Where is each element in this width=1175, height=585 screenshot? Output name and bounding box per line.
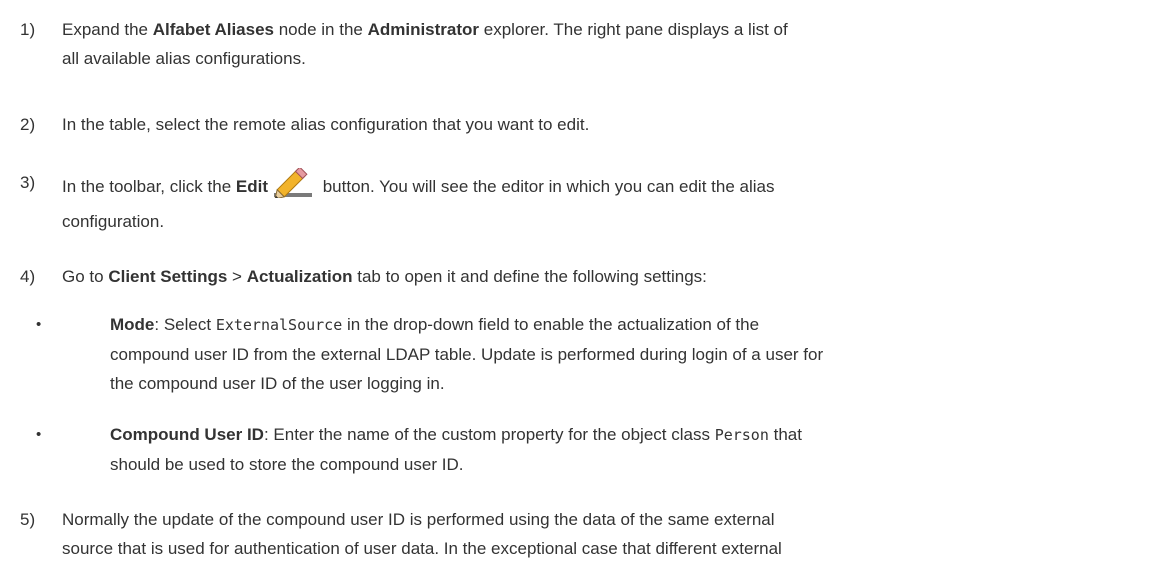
step-number: 5) <box>20 510 36 529</box>
text-run: button. You will see the editor in which… <box>318 177 775 196</box>
bullet-line: the compound user ID of the user logging… <box>110 374 445 393</box>
document-page: 1) Expand the Alfabet Aliases node in th… <box>0 0 1175 585</box>
pencil-icon <box>272 166 314 207</box>
step-3: 3) In the toolbar, click the Edit button… <box>20 166 1150 236</box>
bold-term: Actualization <box>246 267 353 286</box>
step-number: 3) <box>20 173 36 192</box>
text-run: > <box>227 267 247 286</box>
step-line: Expand the Alfabet Aliases node in the A… <box>62 15 1150 44</box>
bullet-line: should be used to store the compound use… <box>110 455 464 474</box>
text-run: tab to open it and define the following … <box>352 267 707 286</box>
bullet-line: Compound User ID: Enter the name of the … <box>110 420 1156 450</box>
bullet-line: Mode: Select ExternalSource in the drop-… <box>110 310 1156 340</box>
step-line: source that is used for authentication o… <box>62 539 782 558</box>
text-run: in the drop-down field to enable the act… <box>342 315 760 334</box>
bullet-symbol: • <box>36 426 42 443</box>
text-run: explorer. The right pane displays a list… <box>479 20 788 39</box>
bold-term: Administrator <box>367 20 480 39</box>
step-line: Normally the update of the compound user… <box>62 510 775 529</box>
bold-term: Compound User ID <box>110 425 264 444</box>
bullet-symbol: • <box>36 316 42 333</box>
step-number: 2) <box>20 115 36 134</box>
bold-term: Mode <box>110 315 155 334</box>
text-run: : Enter the name of the custom property … <box>263 425 715 444</box>
text-run: Expand the <box>62 20 153 39</box>
bullet-text: Compound User ID: Enter the name of the … <box>110 420 1156 479</box>
text-run: In the toolbar, click the <box>62 177 236 196</box>
step-text: Expand the Alfabet Aliases node in the A… <box>62 15 1150 73</box>
text-run: node in the <box>274 20 368 39</box>
step-number: 1) <box>20 20 36 39</box>
step-text: In the toolbar, click the Edit button. Y… <box>62 166 1150 236</box>
bullet-compound-user-id: • Compound User ID: Enter the name of th… <box>36 420 1156 479</box>
text-run: : Select <box>154 315 216 334</box>
step-4: 4) Go to Client Settings > Actualization… <box>20 262 1150 291</box>
bullet-text: Mode: Select ExternalSource in the drop-… <box>110 310 1156 398</box>
step-1: 1) Expand the Alfabet Aliases node in th… <box>20 15 1150 73</box>
step-text: Normally the update of the compound user… <box>62 505 1150 563</box>
bold-term: Edit <box>235 177 268 196</box>
text-run: Go to <box>62 267 109 286</box>
bullet-mode: • Mode: Select ExternalSource in the dro… <box>36 310 1156 398</box>
step-line: In the toolbar, click the Edit button. Y… <box>62 166 1150 207</box>
step-line: all available alias configurations. <box>62 49 306 68</box>
bullet-line: compound user ID from the external LDAP … <box>110 345 824 364</box>
step-text: Go to Client Settings > Actualization ta… <box>62 262 1150 291</box>
text-run: that <box>768 425 802 444</box>
step-line: configuration. <box>62 212 165 231</box>
step-2: 2) In the table, select the remote alias… <box>20 110 1150 139</box>
code-term: Person <box>714 426 769 444</box>
step-5: 5) Normally the update of the compound u… <box>20 505 1150 563</box>
code-term: ExternalSource <box>215 316 343 334</box>
step-text: In the table, select the remote alias co… <box>62 115 590 134</box>
step-number: 4) <box>20 267 36 286</box>
bold-term: Alfabet Aliases <box>152 20 274 39</box>
bold-term: Client Settings <box>108 267 228 286</box>
step-line: Go to Client Settings > Actualization ta… <box>62 262 1150 291</box>
